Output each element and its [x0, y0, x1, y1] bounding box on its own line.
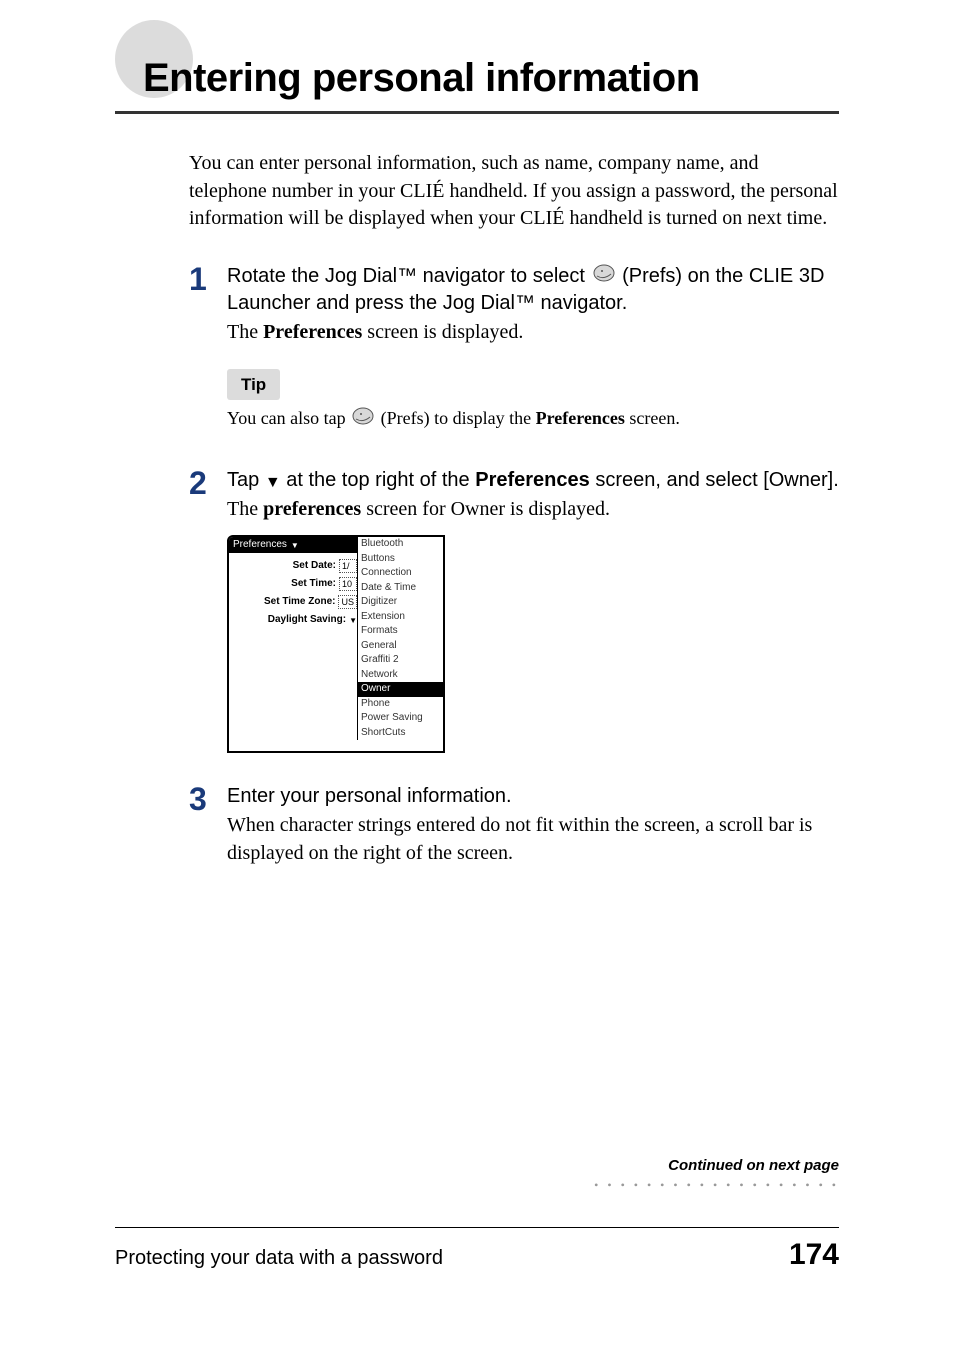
step-2-body: Tap ▼ at the top right of the Preference… — [227, 467, 839, 754]
dst-label: Daylight Saving: — [244, 613, 346, 627]
down-arrow-icon: ▼ — [265, 472, 281, 494]
set-date-value[interactable]: 1/ — [339, 559, 357, 573]
step-3-number: 3 — [189, 783, 227, 867]
menu-item[interactable]: Phone — [358, 697, 443, 712]
step-2-number: 2 — [189, 467, 227, 754]
step-1: 1 Rotate the Jog Dial™ navigator to sele… — [189, 263, 839, 439]
step-2-sub-bold: preferences — [263, 498, 361, 520]
fig-body: Set Date: 1/ Set Time: 10 Set Time Zone:… — [229, 553, 359, 633]
tip-text: You can also tap (Prefs) to display the … — [227, 406, 839, 432]
set-date-label: Set Date: — [234, 559, 336, 573]
intro-paragraph: You can enter personal information, such… — [189, 150, 839, 233]
tip-label: Tip — [227, 369, 280, 400]
menu-item[interactable]: Bluetooth — [358, 537, 443, 552]
footer-row: Protecting your data with a password 174 — [115, 1238, 839, 1272]
continued-block: Continued on next page • • • • • • • • •… — [594, 1157, 839, 1193]
step-3-body: Enter your personal information. When ch… — [227, 783, 839, 867]
step-3-instruction: Enter your personal information. — [227, 783, 839, 810]
tip-a: You can also tap — [227, 408, 350, 428]
menu-item[interactable]: Buttons — [358, 552, 443, 567]
fig-dropdown-menu[interactable]: BluetoothButtonsConnectionDate & TimeDig… — [357, 537, 443, 740]
menu-item[interactable]: Network — [358, 668, 443, 683]
set-time-label: Set Time: — [234, 577, 336, 591]
dst-dropdown-icon[interactable]: ▼ — [349, 615, 357, 626]
step-2-instr-b: at the top right of the — [281, 469, 476, 491]
menu-item[interactable]: General — [358, 639, 443, 654]
tip-b: (Prefs) to display the — [381, 408, 536, 428]
footer-section-title: Protecting your data with a password — [115, 1247, 443, 1270]
step-2-sub-b: screen for Owner is displayed. — [361, 498, 610, 520]
tip-c: screen. — [625, 408, 680, 428]
step-1-body: Rotate the Jog Dial™ navigator to select… — [227, 263, 839, 439]
menu-item[interactable]: Extension — [358, 610, 443, 625]
fig-header-title: Preferences — [233, 538, 287, 552]
step-1-sub-b: screen is displayed. — [362, 321, 523, 343]
continued-label: Continued on next page — [594, 1157, 839, 1174]
step-2-instr-a: Tap — [227, 469, 265, 491]
step-2-instruction: Tap ▼ at the top right of the Preference… — [227, 467, 839, 494]
tip-block: Tip You can also tap (Prefs) to display … — [227, 369, 839, 433]
menu-item[interactable]: Power Saving — [358, 711, 443, 726]
menu-item[interactable]: Graffiti 2 — [358, 653, 443, 668]
title-block: Entering personal information — [115, 38, 839, 114]
step-2-instr-c: screen, and select [Owner]. — [590, 469, 839, 491]
step-1-instruction: Rotate the Jog Dial™ navigator to select… — [227, 263, 839, 317]
prefs-icon — [593, 263, 615, 290]
tip-bold: Preferences — [536, 408, 625, 428]
step-3-sub: When character strings entered do not fi… — [227, 812, 839, 867]
step-1-sub-a: The — [227, 321, 263, 343]
menu-item[interactable]: ShortCuts — [358, 726, 443, 741]
set-tz-value[interactable]: US — [338, 595, 357, 609]
preferences-screenshot: Preferences ▼ Set Date: 1/ Set Time: 10 … — [227, 535, 445, 753]
dropdown-arrow-icon: ▼ — [291, 540, 299, 551]
set-tz-label: Set Time Zone: — [233, 595, 335, 609]
fig-header-title-bar[interactable]: Preferences ▼ — [229, 537, 359, 553]
menu-item[interactable]: Date & Time — [358, 581, 443, 596]
page-title: Entering personal information — [143, 38, 839, 101]
menu-item[interactable]: Digitizer — [358, 595, 443, 610]
fig-row-set-time: Set Time: 10 — [231, 575, 357, 593]
step-2-sub: The preferences screen for Owner is disp… — [227, 496, 839, 524]
title-rule — [115, 111, 839, 114]
step-1-sub: The Preferences screen is displayed. — [227, 319, 839, 347]
menu-item[interactable]: Formats — [358, 624, 443, 639]
prefs-icon — [352, 407, 374, 432]
step-2: 2 Tap ▼ at the top right of the Preferen… — [189, 467, 839, 754]
menu-item[interactable]: Owner — [358, 682, 443, 697]
fig-row-dst: Daylight Saving: ▼ — [231, 611, 357, 629]
page-number: 174 — [789, 1238, 839, 1272]
step-1-sub-bold: Preferences — [263, 321, 362, 343]
step-3: 3 Enter your personal information. When … — [189, 783, 839, 867]
continued-dots: • • • • • • • • • • • • • • • • • • • — [594, 1178, 839, 1193]
fig-row-set-date: Set Date: 1/ — [231, 557, 357, 575]
step-2-instr-bold: Preferences — [475, 469, 590, 491]
step-1-instr-a: Rotate the Jog Dial™ navigator to select — [227, 265, 591, 287]
step-1-number: 1 — [189, 263, 227, 439]
step-2-sub-a: The — [227, 498, 263, 520]
set-time-value[interactable]: 10 — [339, 577, 357, 591]
footer: Protecting your data with a password 174 — [115, 1227, 839, 1272]
menu-item[interactable]: Connection — [358, 566, 443, 581]
fig-row-set-tz: Set Time Zone: US — [231, 593, 357, 611]
footer-rule — [115, 1227, 839, 1228]
